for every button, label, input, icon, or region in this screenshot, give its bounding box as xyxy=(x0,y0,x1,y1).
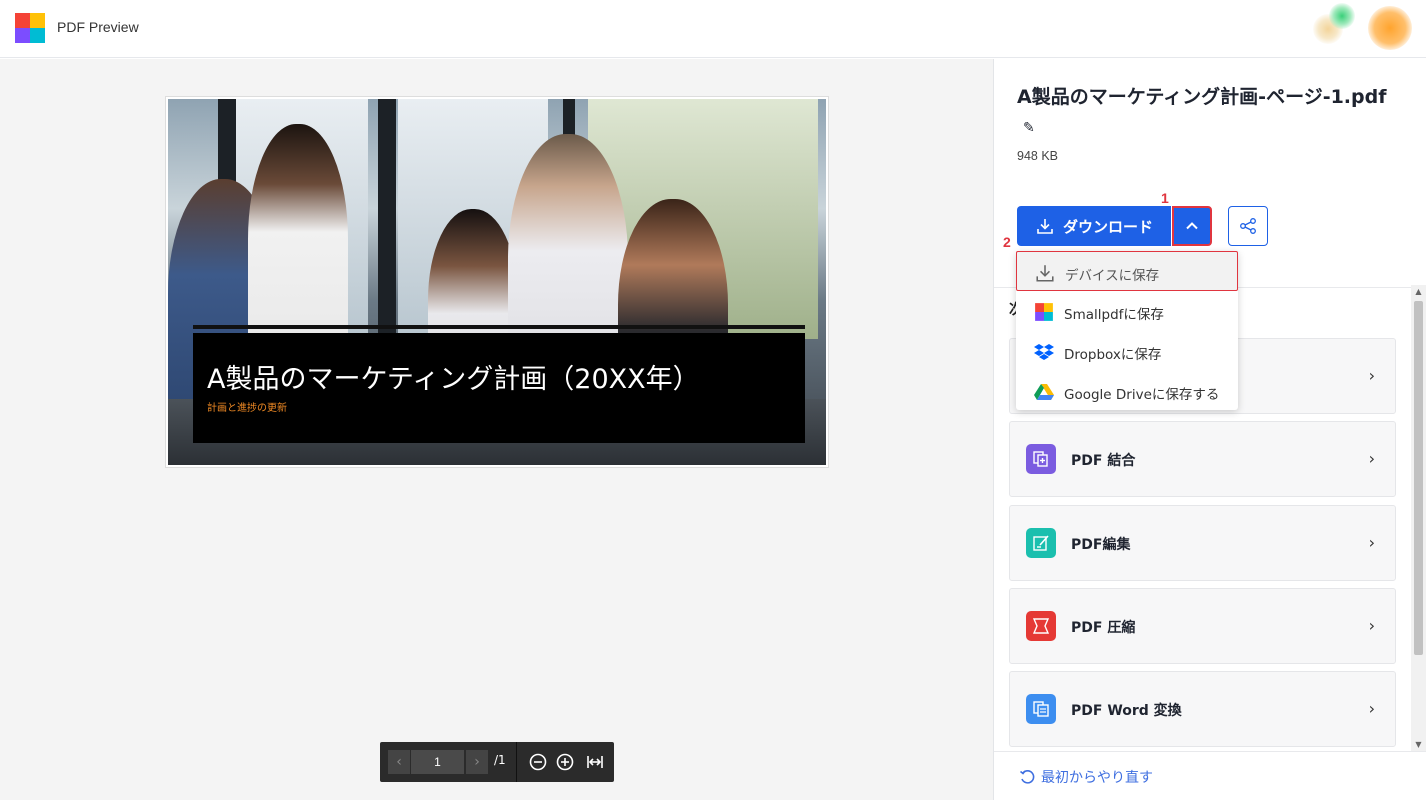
slide-title-banner: A製品のマーケティング計画（20XX年） 計画と進捗の更新 xyxy=(193,333,805,443)
download-icon xyxy=(1037,219,1053,234)
menu-item-label: Smallpdfに保存 xyxy=(1064,307,1164,323)
app-title: PDF Preview xyxy=(57,19,139,35)
share-button[interactable] xyxy=(1228,206,1268,246)
chevron-right-icon: › xyxy=(1368,616,1375,635)
meeting-photo: A製品のマーケティング計画（20XX年） 計画と進捗の更新 xyxy=(168,99,826,465)
tool-card-merge[interactable]: PDF 結合 › xyxy=(1009,421,1396,497)
menu-item-label: デバイスに保存 xyxy=(1065,268,1160,284)
tools-scrollbar[interactable]: ▲ ▼ xyxy=(1411,285,1426,751)
tool-card-compress[interactable]: PDF 圧縮 › xyxy=(1009,588,1396,664)
step-marker-2: 2 xyxy=(1003,234,1011,250)
tool-card-pdf-to-word[interactable]: PDF Word 変換 › xyxy=(1009,671,1396,747)
smallpdf-icon xyxy=(1035,303,1053,321)
chevron-right-icon: › xyxy=(1368,533,1375,552)
share-icon xyxy=(1240,218,1256,234)
slide-title: A製品のマーケティング計画（20XX年） xyxy=(207,364,700,395)
smallpdf-logo-icon[interactable] xyxy=(15,13,45,43)
chevron-right-icon: › xyxy=(1368,449,1375,468)
fit-width-icon[interactable] xyxy=(585,752,605,772)
scrollbar-thumb[interactable] xyxy=(1414,301,1423,655)
page-navigation-bar: ‹ › /1 xyxy=(380,742,614,782)
restart-icon xyxy=(1020,770,1035,784)
chevron-right-icon: › xyxy=(1368,366,1375,385)
compress-pdf-icon xyxy=(1026,611,1056,641)
next-page-button[interactable]: › xyxy=(466,750,488,774)
download-button[interactable]: ダウンロード xyxy=(1017,206,1171,246)
notification-dot-icon xyxy=(1329,3,1355,29)
account-avatar-icon[interactable] xyxy=(1368,6,1412,50)
slide-subtitle: 計画と進捗の更新 xyxy=(207,403,287,414)
pdf-to-word-icon xyxy=(1026,694,1056,724)
merge-pdf-icon xyxy=(1026,444,1056,474)
menu-item-label: Dropboxに保存 xyxy=(1064,347,1162,363)
tool-label: PDF編集 xyxy=(1071,537,1131,553)
page-number-input[interactable] xyxy=(411,750,464,774)
tool-label: PDF 圧縮 xyxy=(1071,620,1136,636)
save-options-menu: デバイスに保存 Smallpdfに保存 Dropboxに保存 Google Dr… xyxy=(1016,251,1238,410)
menu-item-save-to-smallpdf[interactable]: Smallpdfに保存 xyxy=(1016,291,1238,331)
menu-item-save-to-dropbox[interactable]: Dropboxに保存 xyxy=(1016,331,1238,371)
scroll-down-arrow-icon[interactable]: ▼ xyxy=(1414,740,1423,749)
pdf-preview-area: A製品のマーケティング計画（20XX年） 計画と進捗の更新 ‹ › /1 xyxy=(0,59,993,800)
top-bar: PDF Preview xyxy=(0,0,1426,58)
google-drive-icon xyxy=(1034,384,1054,400)
pdf-page: A製品のマーケティング計画（20XX年） 計画と進捗の更新 xyxy=(165,96,829,468)
file-size: 948 KB xyxy=(1017,149,1059,163)
zoom-out-icon[interactable] xyxy=(528,752,548,772)
chevron-right-icon: › xyxy=(1368,699,1375,718)
download-options-toggle[interactable] xyxy=(1172,206,1212,246)
file-name[interactable]: A製品のマーケティング計画-ページ-1.pdf✎ xyxy=(1017,83,1402,143)
edit-pdf-icon xyxy=(1026,528,1056,558)
zoom-in-icon[interactable] xyxy=(555,752,575,772)
tool-label: PDF Word 変換 xyxy=(1071,703,1182,719)
download-icon xyxy=(1036,265,1054,282)
previous-page-button[interactable]: ‹ xyxy=(388,750,410,774)
edit-name-icon[interactable]: ✎ xyxy=(1023,114,1035,143)
dropbox-icon xyxy=(1034,344,1054,360)
chevron-up-icon xyxy=(1186,222,1198,230)
start-over-link[interactable]: 最初からやり直す xyxy=(1019,767,1153,787)
scroll-up-arrow-icon[interactable]: ▲ xyxy=(1414,287,1423,296)
tool-card-edit[interactable]: PDF編集 › xyxy=(1009,505,1396,581)
total-pages: /1 xyxy=(494,753,506,767)
download-label: ダウンロード xyxy=(1063,218,1154,236)
file-side-panel: A製品のマーケティング計画-ページ-1.pdf✎ 948 KB ダウンロード 1… xyxy=(993,59,1426,800)
menu-item-save-to-device[interactable]: デバイスに保存 xyxy=(1016,251,1238,291)
step-marker-1: 1 xyxy=(1161,190,1169,206)
menu-item-save-to-google-drive[interactable]: Google Driveに保存する xyxy=(1016,371,1238,411)
menu-item-label: Google Driveに保存する xyxy=(1064,387,1220,403)
tool-label: PDF 結合 xyxy=(1071,453,1136,469)
